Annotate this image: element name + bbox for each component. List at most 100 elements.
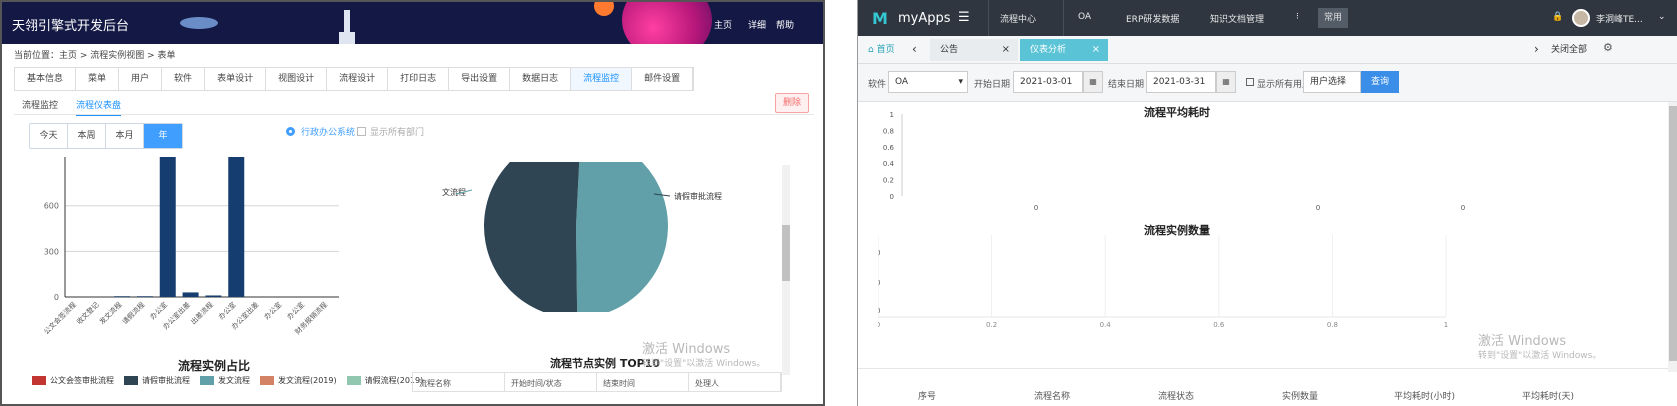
- menu-icon[interactable]: ☰: [958, 10, 970, 25]
- app-name: myApps: [898, 11, 951, 26]
- radio-label: 行政办公系统: [301, 128, 356, 138]
- tab-user[interactable]: 用户: [119, 68, 163, 90]
- segment-year[interactable]: 年: [144, 124, 182, 148]
- col-avg-days: 平均耗时(天): [1522, 392, 1575, 402]
- tab-flow-monitor[interactable]: 流程监控: [571, 68, 633, 90]
- nav-flow-center[interactable]: 流程中心: [1000, 12, 1036, 25]
- tab-basic[interactable]: 基本信息: [15, 68, 77, 90]
- tab-form-design[interactable]: 表单设计: [205, 68, 267, 90]
- watermark-sub: 转到"设置"以激活 Windows。: [1478, 351, 1602, 361]
- user-select-value: 用户选择: [1310, 77, 1347, 87]
- system-radio[interactable]: 行政办公系统: [286, 125, 355, 138]
- lock-icon[interactable]: 🔒: [1552, 12, 1563, 22]
- tab-dashboard[interactable]: 仪表分析 ×: [1020, 39, 1108, 61]
- x-tick-label: 办公室: [285, 300, 306, 321]
- chevron-down-icon: ▾: [958, 77, 963, 87]
- all-dept-checkbox[interactable]: 显示所有部门: [357, 125, 424, 138]
- tab-strip: ⌂ 首页 ‹ 公告 × 仪表分析 × › 关闭全部 ⚙: [858, 36, 1677, 64]
- page-scrollbar[interactable]: [1668, 102, 1677, 372]
- delete-button[interactable]: 删除: [775, 93, 809, 113]
- legend-item[interactable]: 请假审批流程: [124, 375, 190, 386]
- tab-data-log[interactable]: 数据日志: [510, 68, 572, 90]
- nav-home[interactable]: 主页: [714, 18, 732, 31]
- bar: [205, 295, 222, 297]
- col-flow-status: 流程状态: [1158, 392, 1195, 402]
- right-header: M myApps ☰ 流程中心 OA ERP研发数据 知识文档管理 ⁝ 常用 🔒…: [858, 0, 1677, 36]
- bar-chart-legend: 公文会签审批流程 请假审批流程 发文流程 发文流程(2019) 请假流程(2019): [32, 375, 423, 386]
- avg-time-chart: 0 0.2 0.4 0.6 0.8 1 0 0 0: [883, 111, 1465, 212]
- segment-today[interactable]: 今天: [30, 124, 68, 148]
- start-date-label: 开始日期: [974, 80, 1011, 90]
- pie-label: 请假审批流程: [674, 191, 722, 201]
- user-avatar[interactable]: [1572, 9, 1590, 27]
- bar-chart: 0300600公文会签流程收文登记发文流程请假流程 办公室办公室出差出差流程 办公室…: [42, 157, 339, 336]
- bar-chart-title: 流程实例占比: [178, 359, 251, 373]
- legend-swatch: [200, 376, 214, 385]
- x-tick-label: 办公室: [262, 300, 283, 321]
- calendar-icon[interactable]: ▦: [1083, 71, 1103, 93]
- scroll-thumb[interactable]: [1669, 106, 1677, 361]
- top10-table-row: 流程名称 开始时间/状态 结束时间 处理人: [412, 372, 782, 392]
- tab-menu[interactable]: 菜单: [76, 68, 120, 90]
- main-tabs: 基本信息 菜单 用户 软件 表单设计 视图设计 流程设计 打印日志 导出设置 数…: [14, 67, 695, 91]
- bar: [182, 292, 199, 297]
- top10-cell: 流程名称: [413, 373, 505, 391]
- tab-print-log[interactable]: 打印日志: [388, 68, 450, 90]
- tab-notice-label: 公告: [940, 45, 959, 55]
- close-icon[interactable]: ×: [1092, 39, 1100, 61]
- y-tick-label: 0: [54, 293, 59, 302]
- close-icon[interactable]: ×: [1002, 39, 1010, 61]
- tab-mail[interactable]: 邮件设置: [632, 68, 694, 90]
- common-button[interactable]: 常用: [1318, 8, 1348, 28]
- data-label: 0: [1034, 204, 1038, 212]
- nav-help[interactable]: 帮助: [776, 18, 794, 31]
- legend-item[interactable]: 发文流程(2019): [260, 375, 337, 386]
- x-tick-label: 发文流程: [97, 300, 123, 326]
- pie-chart: 发文流程请假审批流程: [442, 162, 722, 312]
- close-all-button[interactable]: 关闭全部: [1551, 42, 1587, 55]
- legend-item[interactable]: 公文会签审批流程: [32, 375, 114, 386]
- segment-week[interactable]: 本周: [68, 124, 106, 148]
- software-select[interactable]: OA ▾: [888, 71, 968, 93]
- tab-home[interactable]: ⌂ 首页: [868, 42, 895, 55]
- bar: [228, 157, 245, 297]
- myapps-logo-icon[interactable]: M: [872, 9, 888, 28]
- chevron-down-icon[interactable]: ⌄: [1658, 12, 1666, 22]
- tab-software[interactable]: 软件: [162, 68, 206, 90]
- pie-scrollbar[interactable]: [782, 165, 790, 375]
- legend-swatch: [346, 376, 361, 385]
- more-icon[interactable]: ⁝: [1296, 12, 1299, 22]
- tab-export[interactable]: 导出设置: [449, 68, 511, 90]
- watermark-title: 激活 Windows: [1478, 334, 1567, 349]
- nav-knowledge[interactable]: 知识文档管理: [1210, 12, 1264, 25]
- scroll-thumb[interactable]: [782, 225, 790, 281]
- show-users-checkbox[interactable]: [1246, 78, 1254, 86]
- next-tab-icon[interactable]: ›: [1534, 42, 1539, 56]
- top10-cell: 开始时间/状态: [505, 373, 597, 391]
- y-tick-label: 0.6: [883, 144, 895, 152]
- y-tick-label: 300: [44, 247, 59, 256]
- legend-label: 发文流程: [218, 376, 250, 385]
- tab-notice[interactable]: 公告 ×: [930, 39, 1018, 61]
- prev-tab-icon[interactable]: ‹: [912, 42, 917, 56]
- segment-month[interactable]: 本月: [106, 124, 144, 148]
- user-name[interactable]: 李洞峰TE...: [1596, 12, 1643, 25]
- period-segment: 今天 本周 本月 年: [29, 123, 183, 149]
- nav-detail[interactable]: 详细: [748, 18, 766, 31]
- top10-cell: 结束时间: [597, 373, 689, 391]
- breadcrumb: 当前位置：主页 > 流程实例视图 > 表单: [14, 51, 176, 61]
- nav-erp[interactable]: ERP研发数据: [1126, 12, 1179, 25]
- x-tick-label: 办公室: [148, 300, 169, 321]
- start-date-input[interactable]: 2021-03-01: [1013, 71, 1083, 93]
- tab-flow-design[interactable]: 流程设计: [327, 68, 389, 90]
- tab-view-design[interactable]: 视图设计: [266, 68, 328, 90]
- legend-item[interactable]: 发文流程: [200, 375, 250, 386]
- query-button[interactable]: 查询: [1361, 71, 1399, 93]
- end-date-input[interactable]: 2021-03-31: [1146, 71, 1216, 93]
- gear-icon[interactable]: ⚙: [1603, 41, 1613, 54]
- small-planet-illustration: [594, 2, 614, 16]
- nav-oa[interactable]: OA: [1078, 12, 1091, 22]
- calendar-icon[interactable]: ▦: [1216, 71, 1236, 93]
- user-select[interactable]: 用户选择: [1303, 71, 1361, 93]
- x-tick-label: 0.8: [1327, 321, 1338, 329]
